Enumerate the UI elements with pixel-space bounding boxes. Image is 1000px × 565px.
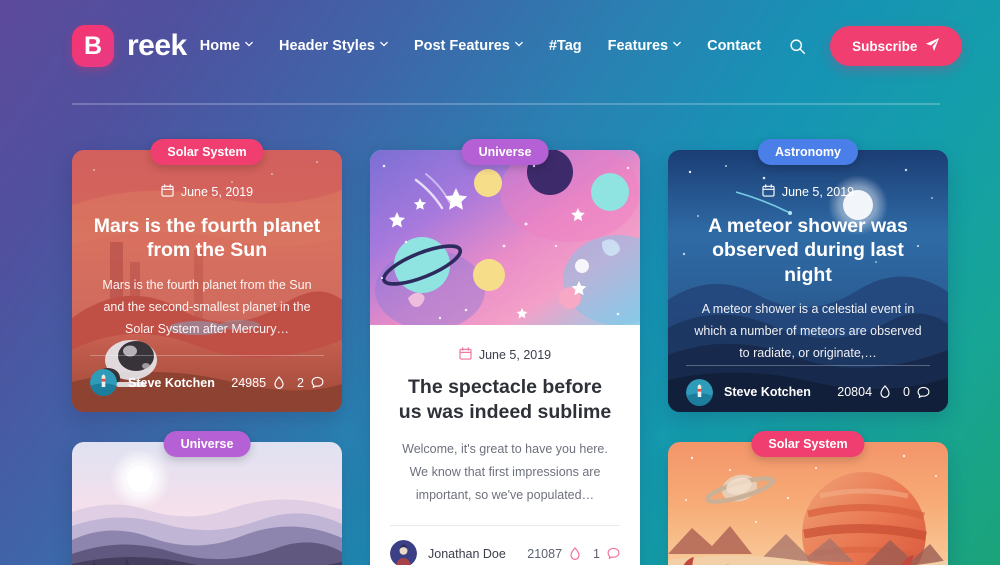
universe-illustration-image — [370, 150, 640, 325]
nav-item-header-styles[interactable]: Header Styles — [266, 30, 401, 62]
post-footer: Jonathan Doe 21087 1 — [390, 525, 620, 565]
grid-column-2: Universe June 5, 2019 The spectacle befo… — [370, 139, 640, 565]
main-navigation: Home Header Styles Post Features #Tag Fe… — [187, 26, 963, 66]
post-date-text: June 5, 2019 — [478, 348, 552, 362]
post-card-mountains[interactable]: Universe — [72, 431, 342, 565]
post-card-meteor[interactable]: Astronomy June 5, 2019 A meteor shower w… — [668, 139, 948, 412]
mountains-landscape-image — [72, 442, 342, 565]
chevron-down-icon — [515, 40, 523, 48]
post-title[interactable]: A meteor shower was observed during last… — [688, 214, 928, 287]
flame-icon — [879, 385, 891, 399]
logo-mark-icon: B — [72, 25, 114, 67]
site-header: B reek Home Header Styles Post Features … — [0, 0, 1000, 92]
search-icon[interactable] — [780, 29, 814, 63]
post-footer: Steve Kotchen 24985 2 — [90, 355, 324, 412]
nav-label: Home — [199, 38, 241, 54]
view-count: 21087 — [527, 546, 563, 561]
nav-label: Features — [607, 38, 669, 54]
nav-label: Contact — [707, 38, 762, 54]
category-badge[interactable]: Astronomy — [758, 139, 858, 165]
post-date-text: June 5, 2019 — [180, 185, 254, 199]
category-badge[interactable]: Universe — [461, 139, 549, 165]
post-stats: 21087 1 — [527, 547, 620, 561]
post-date: June 5, 2019 — [688, 184, 928, 200]
nav-item-tag[interactable]: #Tag — [536, 30, 595, 62]
post-date-text: June 5, 2019 — [781, 185, 855, 199]
nav-label: #Tag — [548, 38, 582, 54]
comment-count: 1 — [593, 546, 600, 561]
subscribe-label: Subscribe — [852, 38, 918, 54]
post-date: June 5, 2019 — [394, 347, 616, 363]
view-count: 24985 — [231, 375, 267, 390]
author-name[interactable]: Jonathan Doe — [428, 547, 506, 561]
calendar-icon — [762, 184, 775, 200]
grid-column-3: Astronomy June 5, 2019 A meteor shower w… — [668, 139, 948, 565]
post-title[interactable]: Mars is the fourth planet from the Sun — [92, 214, 322, 263]
comment-count: 2 — [297, 375, 304, 390]
category-badge[interactable]: Solar System — [150, 139, 264, 165]
avatar[interactable] — [390, 540, 417, 565]
site-logo[interactable]: B reek — [72, 25, 187, 67]
author-name[interactable]: Steve Kotchen — [724, 385, 811, 399]
category-badge[interactable]: Solar System — [751, 431, 865, 457]
chevron-down-icon — [245, 40, 253, 48]
subscribe-button[interactable]: Subscribe — [830, 26, 963, 66]
post-grid: Solar System June 5, 2019 Mars is the fo… — [72, 139, 948, 565]
view-count: 20804 — [837, 385, 873, 400]
nav-item-features[interactable]: Features — [595, 30, 694, 62]
post-card-mars[interactable]: Solar System June 5, 2019 Mars is the fo… — [72, 139, 342, 412]
paper-plane-icon — [925, 37, 940, 55]
comment-bubble-icon — [607, 547, 620, 560]
logo-text: reek — [127, 29, 187, 62]
post-stats: 20804 0 — [837, 385, 930, 399]
chevron-down-icon — [673, 40, 681, 48]
post-excerpt: Welcome, it's great to have you here. We… — [402, 441, 608, 503]
calendar-icon — [161, 184, 174, 200]
header-divider — [72, 103, 940, 105]
comment-count: 0 — [903, 385, 910, 400]
nav-label: Header Styles — [279, 38, 375, 54]
grid-column-1: Solar System June 5, 2019 Mars is the fo… — [72, 139, 342, 565]
post-excerpt: Mars is the fourth planet from the Sun a… — [102, 277, 312, 336]
avatar[interactable] — [90, 369, 117, 396]
avatar[interactable] — [686, 378, 713, 406]
alien-planet-image — [668, 442, 948, 565]
flame-icon — [569, 546, 581, 561]
logo-letter: B — [83, 31, 103, 60]
post-card-planets[interactable]: Solar System — [668, 431, 948, 565]
category-badge[interactable]: Universe — [163, 431, 251, 457]
post-date: June 5, 2019 — [92, 184, 322, 200]
nav-item-home[interactable]: Home — [187, 30, 266, 62]
post-card-spectacle[interactable]: Universe June 5, 2019 The spectacle befo… — [370, 139, 640, 565]
flame-icon — [273, 375, 285, 390]
comment-bubble-icon — [311, 376, 324, 389]
post-title[interactable]: The spectacle before us was indeed subli… — [394, 375, 616, 425]
nav-item-contact[interactable]: Contact — [694, 30, 774, 62]
post-excerpt: A meteor shower is a celestial event in … — [694, 302, 922, 360]
nav-label: Post Features — [413, 38, 510, 54]
comment-bubble-icon — [917, 386, 930, 399]
post-stats: 24985 2 — [231, 376, 324, 390]
nav-item-post-features[interactable]: Post Features — [401, 30, 536, 62]
author-name[interactable]: Steve Kotchen — [128, 376, 215, 390]
calendar-icon — [459, 347, 472, 363]
post-footer: Steve Kotchen 20804 0 — [686, 364, 930, 412]
chevron-down-icon — [380, 40, 388, 48]
